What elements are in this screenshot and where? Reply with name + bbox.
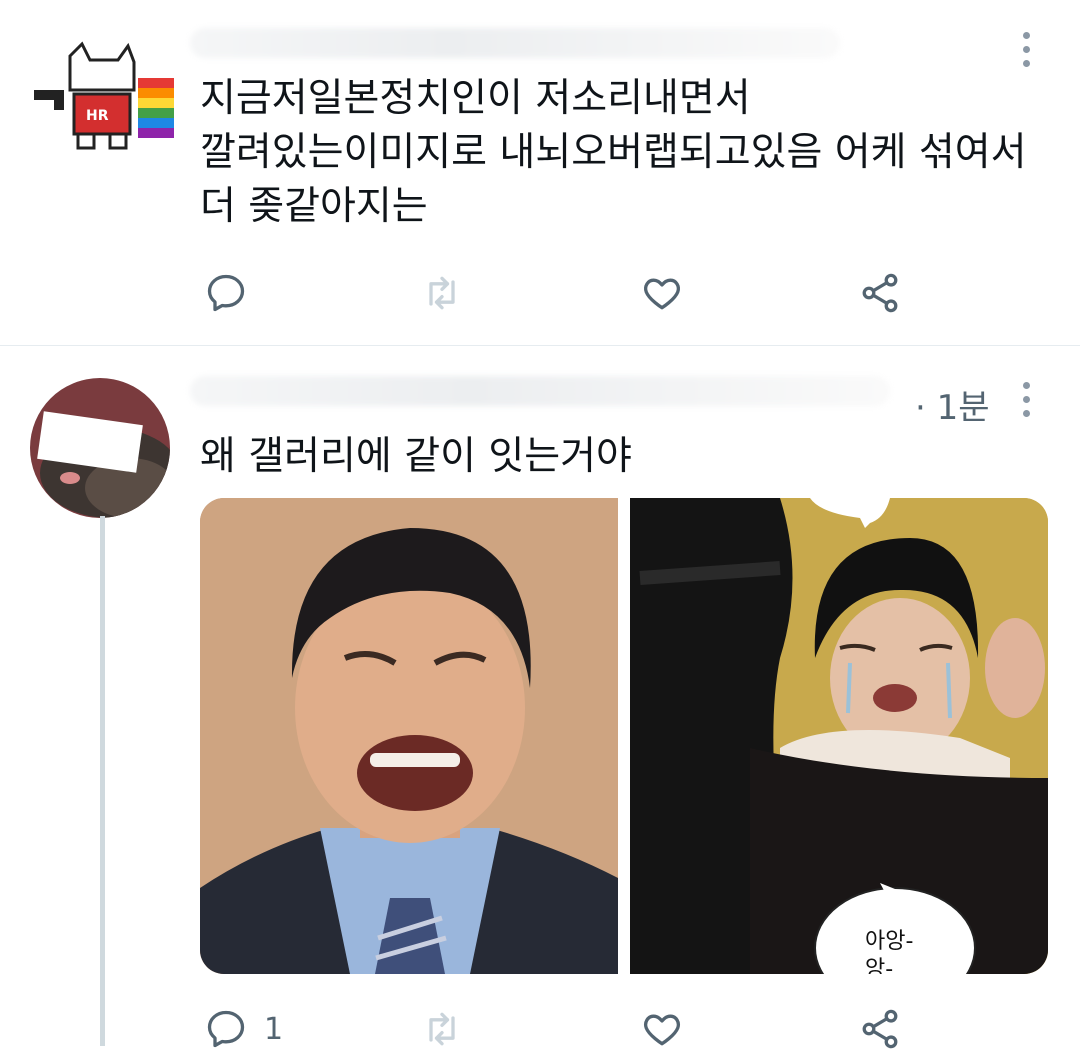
retweet-button[interactable]	[420, 268, 464, 318]
reply-button[interactable]	[204, 268, 248, 318]
crying-webtoon-panel[interactable]: 아앙- 앙-	[630, 498, 1048, 974]
tweet-actions: 1	[0, 1004, 1080, 1054]
svg-text:HR: HR	[86, 108, 109, 124]
like-button[interactable]	[640, 1004, 684, 1054]
tweet[interactable]: · 1분 왜 갤러리에 같이 잇는거야 아앙- 앙- 1	[0, 346, 1080, 1049]
retweet-icon	[429, 1012, 455, 1046]
more-options-icon[interactable]	[1022, 382, 1032, 424]
tweet-text-line: 깔려있는이미지로 내뇌오버랩되고있음 어케 섞여서	[200, 130, 1027, 175]
reply-icon	[207, 274, 245, 312]
share-icon	[862, 1009, 898, 1049]
like-icon	[644, 1014, 680, 1046]
user-name-redacted[interactable]	[190, 376, 890, 406]
retweet-button[interactable]	[420, 1004, 464, 1054]
tweet-text: 왜 갤러리에 같이 잇는거야	[200, 434, 632, 479]
crying-politician-photo[interactable]	[200, 498, 618, 974]
tweet-text: 지금저일본정치인이 저소리내면서 깔려있는이미지로 내뇌오버랩되고있음 어케 섞…	[200, 72, 1027, 234]
speech-bubble-text: 아앙-	[865, 929, 913, 954]
speech-bubble-text: 앙-	[865, 957, 893, 974]
share-button[interactable]	[858, 268, 902, 318]
tweet-text-line: 더 좆같아지는	[200, 184, 428, 229]
more-options-icon[interactable]	[1022, 32, 1032, 74]
media-gap	[618, 498, 630, 974]
tweet[interactable]: HR 지금저일본정치인이 저소리내면서 깔려있는이미지로 내뇌오버랩되고있음 어…	[0, 0, 1080, 345]
user-name-redacted[interactable]	[190, 28, 840, 58]
like-button[interactable]	[640, 268, 684, 318]
reply-icon	[207, 1010, 245, 1048]
tweet-time[interactable]: · 1분	[915, 380, 990, 429]
share-icon	[862, 273, 898, 313]
reply-count: 1	[264, 1011, 284, 1047]
avatar[interactable]: HR	[30, 38, 180, 163]
retweet-icon	[429, 276, 455, 310]
avatar[interactable]	[30, 378, 170, 518]
tweet-text-line: 지금저일본정치인이 저소리내면서	[200, 76, 751, 121]
reply-button[interactable]: 1	[204, 1004, 283, 1054]
tweet-actions	[0, 268, 1080, 318]
share-button[interactable]	[858, 1004, 902, 1054]
like-icon	[644, 278, 680, 310]
thread-line	[100, 516, 105, 1046]
tweet-media[interactable]: 아앙- 앙-	[200, 498, 1048, 974]
